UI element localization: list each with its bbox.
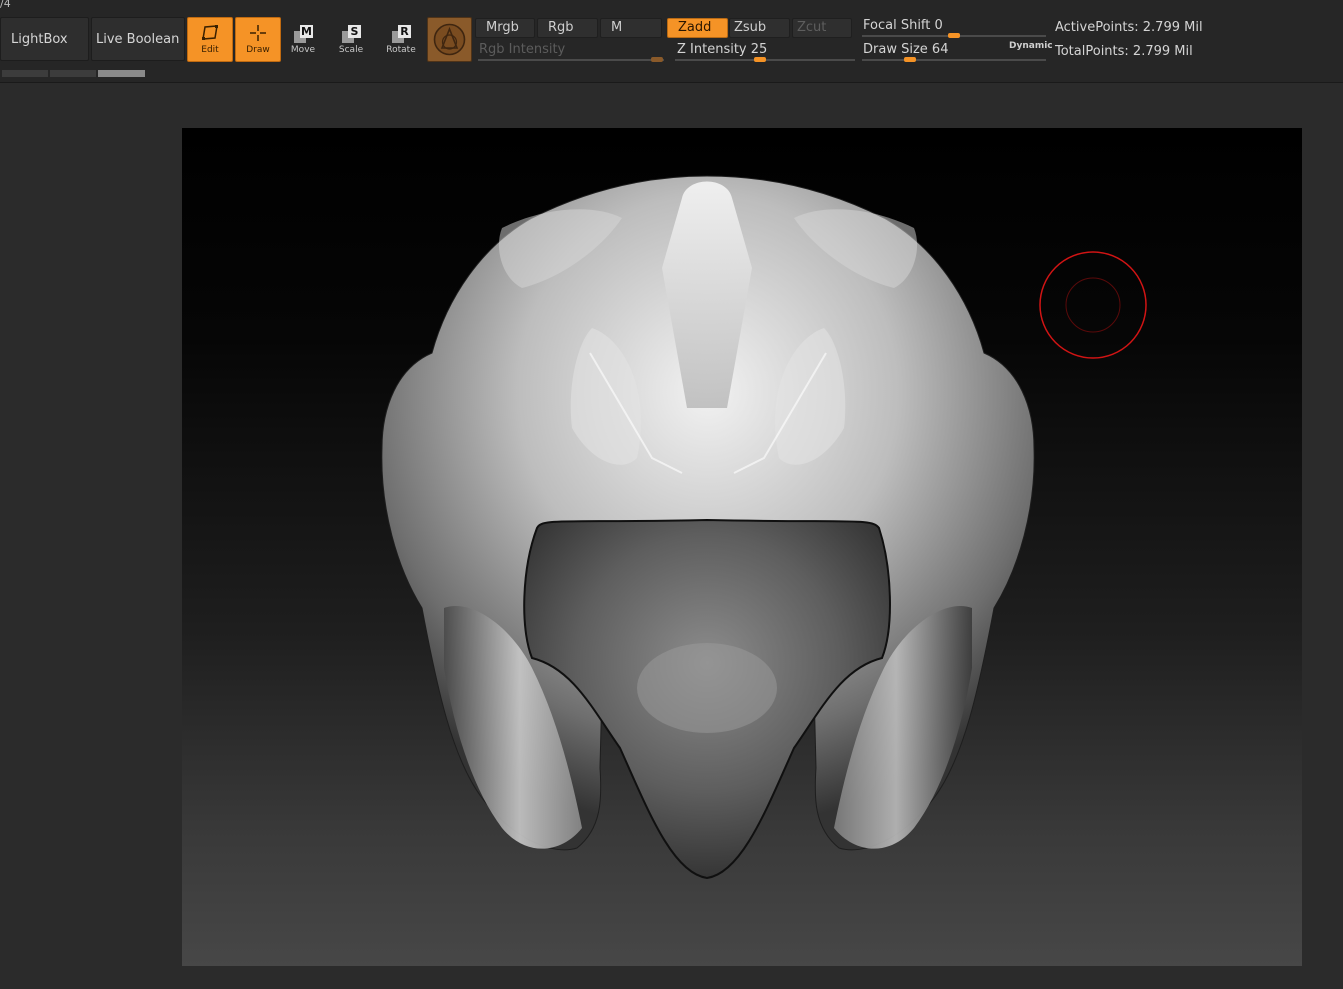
draw-crosshair-icon (250, 25, 266, 41)
mini-tab[interactable] (50, 70, 96, 77)
z-intensity-label: Z Intensity 25 (677, 42, 767, 57)
zcut-toggle[interactable]: Zcut (792, 18, 852, 38)
rgb-toggle[interactable]: Rgb (537, 18, 598, 38)
z-intensity-name: Z Intensity (677, 42, 747, 57)
rgb-intensity-slider[interactable] (478, 59, 664, 61)
move-label: Move (290, 45, 316, 55)
rotate-button[interactable]: R Rotate (383, 22, 419, 58)
lightbox-button[interactable]: LightBox (0, 17, 89, 61)
canvas-viewport[interactable] (182, 128, 1302, 966)
draw-size-value: 64 (931, 42, 949, 57)
zadd-toggle[interactable]: Zadd (667, 18, 728, 38)
material-button[interactable] (427, 17, 472, 62)
edit-icon (202, 25, 218, 40)
focal-shift-value: 0 (934, 18, 943, 33)
z-intensity-knob[interactable] (754, 57, 766, 62)
rgb-intensity-knob[interactable] (651, 57, 663, 62)
material-sphere-icon (433, 23, 466, 56)
total-points-stat: TotalPoints: 2.799 Mil (1055, 44, 1193, 59)
m-toggle[interactable]: M (600, 18, 662, 38)
draw-size-slider[interactable] (862, 59, 1046, 61)
scale-icon: S (340, 25, 362, 45)
mrgb-toggle[interactable]: Mrgb (475, 18, 535, 38)
move-button[interactable]: M Move (285, 22, 321, 58)
zsub-toggle[interactable]: Zsub (729, 18, 790, 38)
focal-shift-knob[interactable] (948, 33, 960, 38)
rotate-icon: R (390, 25, 412, 45)
scale-button[interactable]: S Scale (333, 22, 369, 58)
rotate-label: Rotate (386, 45, 416, 55)
rgb-intensity-label: Rgb Intensity (479, 42, 566, 57)
live-boolean-button[interactable]: Live Boolean (91, 17, 185, 61)
draw-size-name: Draw Size (863, 42, 928, 57)
move-icon: M (292, 25, 314, 45)
edit-label: Edit (201, 45, 219, 55)
draw-size-label: Draw Size 64 (863, 42, 948, 57)
corner-label: /4 (0, 0, 11, 10)
draw-size-knob[interactable] (904, 57, 916, 62)
mini-tab[interactable] (2, 70, 48, 77)
active-points-stat: ActivePoints: 2.799 Mil (1055, 20, 1203, 35)
brush-cursor (1039, 251, 1147, 359)
scale-label: Scale (338, 45, 364, 55)
top-toolbar: /4 LightBox Live Boolean Edit Draw M Mov… (0, 0, 1343, 83)
z-intensity-value: 25 (750, 42, 768, 57)
edit-button[interactable]: Edit (187, 17, 233, 62)
draw-button[interactable]: Draw (235, 17, 281, 62)
focal-shift-name: Focal Shift (863, 18, 931, 33)
mini-tab-active[interactable] (98, 70, 145, 77)
draw-label: Draw (246, 45, 270, 55)
focal-shift-label: Focal Shift 0 (863, 18, 943, 33)
dynamic-toggle[interactable]: Dynamic (1009, 41, 1053, 51)
